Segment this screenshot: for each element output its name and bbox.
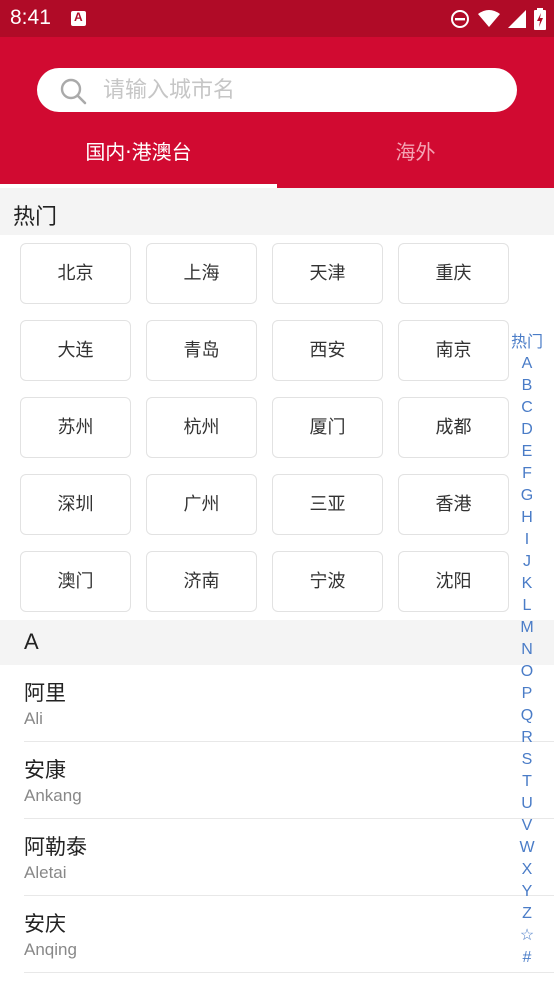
index-item[interactable]: H bbox=[508, 507, 546, 529]
hot-city-button[interactable]: 香港 bbox=[398, 474, 509, 535]
index-item[interactable]: Z bbox=[508, 903, 546, 925]
city-list-item[interactable]: 阿里 Ali bbox=[24, 665, 554, 742]
city-pinyin: Ankang bbox=[24, 786, 82, 805]
index-item[interactable]: L bbox=[508, 595, 546, 617]
alphabet-index-bar[interactable]: 热门 A B C D E F G H I J K L M N O P Q R S… bbox=[508, 331, 546, 969]
hot-city-button[interactable]: 重庆 bbox=[398, 243, 509, 304]
city-name: 阿里 bbox=[24, 681, 66, 705]
hot-section-header: 热门 bbox=[0, 188, 554, 235]
index-item[interactable]: E bbox=[508, 441, 546, 463]
tab-domestic[interactable]: 国内·港澳台 bbox=[0, 132, 277, 188]
index-item[interactable]: S bbox=[508, 749, 546, 771]
region-tabs: 国内·港澳台 海外 bbox=[0, 132, 554, 188]
app-notification-icon bbox=[71, 10, 86, 26]
tab-domestic-label: 国内·港澳台 bbox=[85, 140, 192, 164]
hot-city-button[interactable]: 成都 bbox=[398, 397, 509, 458]
tab-overseas-label: 海外 bbox=[395, 140, 436, 164]
hot-section-title: 热门 bbox=[13, 205, 58, 230]
city-list-item[interactable]: 安康 Ankang bbox=[24, 742, 554, 819]
city-pinyin: Ali bbox=[24, 709, 43, 728]
index-item-favorites[interactable]: ☆ bbox=[508, 925, 546, 947]
hot-city-button[interactable]: 天津 bbox=[272, 243, 383, 304]
header: 国内·港澳台 海外 bbox=[0, 37, 554, 188]
hot-city-button[interactable]: 广州 bbox=[146, 474, 257, 535]
search-bar[interactable] bbox=[37, 68, 517, 112]
index-item[interactable]: R bbox=[508, 727, 546, 749]
index-item[interactable]: A bbox=[508, 353, 546, 375]
hot-city-button[interactable]: 沈阳 bbox=[398, 551, 509, 612]
index-item[interactable]: C bbox=[508, 397, 546, 419]
status-bar: 8:41 bbox=[0, 0, 554, 37]
index-item[interactable]: T bbox=[508, 771, 546, 793]
hot-city-button[interactable]: 青岛 bbox=[146, 320, 257, 381]
index-item[interactable]: P bbox=[508, 683, 546, 705]
hot-city-button[interactable]: 济南 bbox=[146, 551, 257, 612]
index-item[interactable]: B bbox=[508, 375, 546, 397]
hot-city-button[interactable]: 厦门 bbox=[272, 397, 383, 458]
city-pinyin: Aletai bbox=[24, 863, 67, 882]
cell-signal-icon bbox=[508, 10, 526, 28]
index-item[interactable]: N bbox=[508, 639, 546, 661]
hot-city-button[interactable]: 深圳 bbox=[20, 474, 131, 535]
index-item[interactable]: I bbox=[508, 529, 546, 551]
city-list-item[interactable]: 安庆 Anqing bbox=[24, 896, 554, 973]
search-input[interactable] bbox=[103, 74, 493, 106]
hot-city-button[interactable]: 澳门 bbox=[20, 551, 131, 612]
hot-city-button[interactable]: 宁波 bbox=[272, 551, 383, 612]
city-name: 安庆 bbox=[24, 912, 66, 936]
index-item[interactable]: F bbox=[508, 463, 546, 485]
index-item[interactable]: W bbox=[508, 837, 546, 859]
index-item[interactable]: X bbox=[508, 859, 546, 881]
wifi-icon bbox=[478, 10, 500, 27]
index-item[interactable]: M bbox=[508, 617, 546, 639]
index-item[interactable]: J bbox=[508, 551, 546, 573]
letter-section-header: A bbox=[0, 620, 554, 665]
index-item[interactable]: U bbox=[508, 793, 546, 815]
hot-city-button[interactable]: 苏州 bbox=[20, 397, 131, 458]
index-item[interactable]: K bbox=[508, 573, 546, 595]
index-item[interactable]: Y bbox=[508, 881, 546, 903]
hot-city-button[interactable]: 西安 bbox=[272, 320, 383, 381]
hot-city-button[interactable]: 上海 bbox=[146, 243, 257, 304]
hot-city-button[interactable]: 三亚 bbox=[272, 474, 383, 535]
index-item[interactable]: G bbox=[508, 485, 546, 507]
city-list-item[interactable]: 阿勒泰 Aletai bbox=[24, 819, 554, 896]
city-name: 安康 bbox=[24, 758, 66, 782]
hot-city-button[interactable]: 大连 bbox=[20, 320, 131, 381]
hot-city-button[interactable]: 杭州 bbox=[146, 397, 257, 458]
tab-overseas[interactable]: 海外 bbox=[277, 132, 554, 188]
battery-charging-icon bbox=[534, 8, 546, 30]
hot-city-button[interactable]: 南京 bbox=[398, 320, 509, 381]
status-icons bbox=[450, 7, 546, 31]
letter-section-title: A bbox=[24, 629, 39, 654]
do-not-disturb-icon bbox=[451, 10, 469, 28]
status-time: 8:41 bbox=[10, 6, 51, 29]
city-name: 阿勒泰 bbox=[24, 835, 87, 859]
search-icon bbox=[60, 78, 87, 105]
city-pinyin: Anqing bbox=[24, 940, 77, 959]
index-item[interactable]: O bbox=[508, 661, 546, 683]
index-item-hot[interactable]: 热门 bbox=[508, 331, 546, 353]
hot-city-button[interactable]: 北京 bbox=[20, 243, 131, 304]
index-item[interactable]: Q bbox=[508, 705, 546, 727]
index-item[interactable]: V bbox=[508, 815, 546, 837]
index-item-other[interactable]: # bbox=[508, 947, 546, 969]
index-item[interactable]: D bbox=[508, 419, 546, 441]
